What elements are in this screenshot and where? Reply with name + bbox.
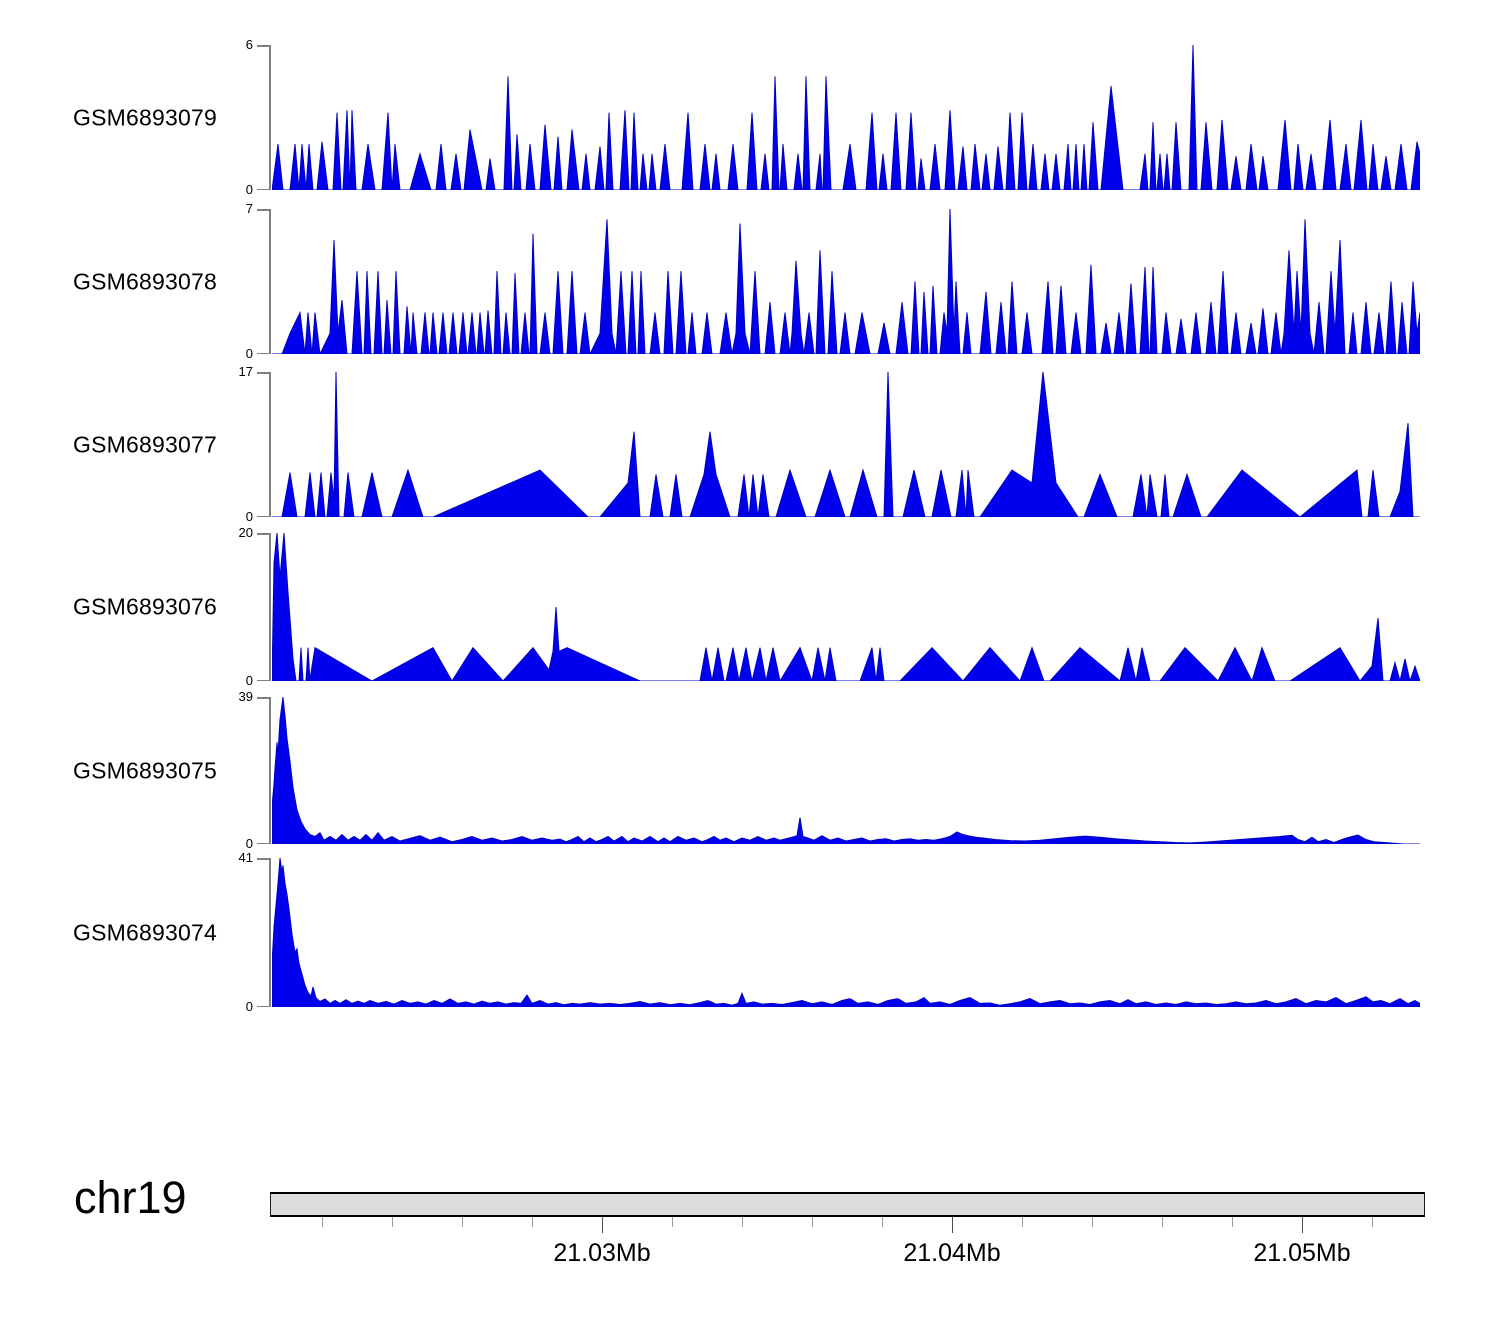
y-axis-max-label: 17 [205, 365, 253, 379]
axis-tick-label: 21.05Mb [1253, 1239, 1350, 1268]
chromosome-ruler-bar [270, 1192, 1425, 1217]
ruler-minor-tick [1372, 1217, 1374, 1227]
y-axis-top-tick [257, 372, 270, 374]
y-axis-max-label: 7 [205, 202, 253, 216]
axis-tick-label: 21.04Mb [903, 1239, 1000, 1268]
ruler-minor-tick [462, 1217, 464, 1227]
track-label: GSM6893079 [73, 104, 217, 131]
track-row-gsm6893076: GSM6893076 20 0 [0, 533, 1500, 681]
coverage-area-chart [272, 209, 1420, 354]
track-row-gsm6893079: GSM6893079 6 0 [0, 45, 1500, 190]
ruler-minor-tick [1232, 1217, 1234, 1227]
y-axis-max-label: 20 [205, 526, 253, 540]
ruler-minor-tick [672, 1217, 674, 1227]
y-axis-zero-label: 0 [205, 183, 253, 197]
ruler-ticks: 21.03Mb 21.04Mb 21.05Mb [0, 1217, 1500, 1287]
y-axis-top-tick [257, 697, 270, 699]
track-row-gsm6893075: GSM6893075 39 0 [0, 697, 1500, 844]
y-axis-line [269, 697, 271, 844]
track-label: GSM6893074 [73, 919, 217, 946]
ruler-major-tick [1302, 1217, 1304, 1233]
y-axis-line [269, 209, 271, 354]
ruler-minor-tick [532, 1217, 534, 1227]
ruler-minor-tick [392, 1217, 394, 1227]
coverage-area [272, 697, 1420, 844]
coverage-area [272, 209, 1420, 354]
track-label: GSM6893078 [73, 268, 217, 295]
y-axis-line [269, 372, 271, 517]
y-axis-zero-label: 0 [205, 1000, 253, 1014]
track-label: GSM6893075 [73, 757, 217, 784]
y-axis-bottom-tick [257, 353, 270, 355]
coverage-plot-page: { "chromosome": {"label": "chr19"}, "cha… [0, 0, 1500, 1320]
y-axis-line [269, 858, 271, 1007]
y-axis-zero-label: 0 [205, 510, 253, 524]
ruler-major-tick [602, 1217, 604, 1233]
y-axis-max-label: 41 [205, 851, 253, 865]
ruler-minor-tick [882, 1217, 884, 1227]
coverage-area [272, 45, 1420, 190]
track-label: GSM6893076 [73, 594, 217, 621]
coverage-area-chart [272, 45, 1420, 190]
y-axis-max-label: 6 [205, 38, 253, 52]
y-axis-max-label: 39 [205, 690, 253, 704]
coverage-area [272, 372, 1420, 517]
y-axis-bottom-tick [257, 680, 270, 682]
track-row-gsm6893078: GSM6893078 7 0 [0, 209, 1500, 354]
ruler-minor-tick [322, 1217, 324, 1227]
y-axis-top-tick [257, 45, 270, 47]
y-axis-top-tick [257, 858, 270, 860]
coverage-area-chart [272, 697, 1420, 844]
track-label: GSM6893077 [73, 431, 217, 458]
y-axis-bottom-tick [257, 516, 270, 518]
y-axis-line [269, 533, 271, 681]
y-axis-zero-label: 0 [205, 674, 253, 688]
coverage-area-chart [272, 533, 1420, 681]
ruler-minor-tick [1162, 1217, 1164, 1227]
ruler-minor-tick [1022, 1217, 1024, 1227]
ruler-minor-tick [1092, 1217, 1094, 1227]
y-axis-top-tick [257, 533, 270, 535]
ruler-minor-tick [812, 1217, 814, 1227]
y-axis-bottom-tick [257, 189, 270, 191]
track-row-gsm6893074: GSM6893074 41 0 [0, 858, 1500, 1007]
y-axis-bottom-tick [257, 843, 270, 845]
y-axis-line [269, 45, 271, 190]
ruler-major-tick [952, 1217, 954, 1233]
coverage-area [272, 858, 1420, 1007]
axis-tick-label: 21.03Mb [553, 1239, 650, 1268]
coverage-area-chart [272, 372, 1420, 517]
y-axis-zero-label: 0 [205, 347, 253, 361]
ruler-minor-tick [742, 1217, 744, 1227]
coverage-area [272, 533, 1420, 681]
y-axis-zero-label: 0 [205, 837, 253, 851]
track-row-gsm6893077: GSM6893077 17 0 [0, 372, 1500, 517]
y-axis-top-tick [257, 209, 270, 211]
coverage-area-chart [272, 858, 1420, 1007]
y-axis-bottom-tick [257, 1006, 270, 1008]
